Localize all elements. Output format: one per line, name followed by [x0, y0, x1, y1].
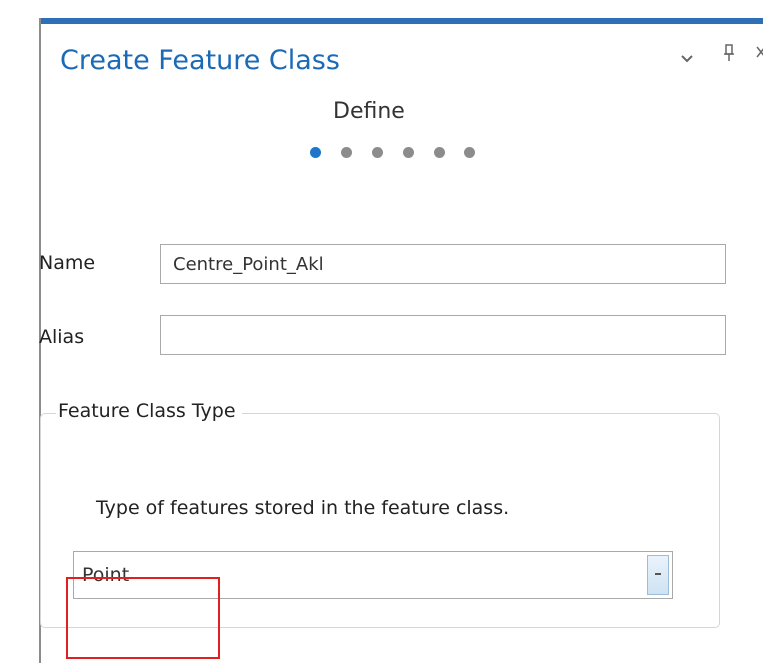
step-dot-3[interactable]: [372, 147, 383, 158]
feature-class-type-description: Type of features stored in the feature c…: [96, 497, 510, 519]
dropdown-arrow-button[interactable]: [647, 555, 669, 595]
name-label: Name: [39, 252, 96, 274]
options-dropdown-icon[interactable]: [681, 48, 693, 67]
step-dot-6[interactable]: [464, 147, 475, 158]
name-input[interactable]: [160, 244, 726, 284]
step-dot-2[interactable]: [341, 147, 352, 158]
wizard-step-title: Define: [333, 99, 405, 124]
feature-type-selected-value: Point: [82, 564, 130, 586]
feature-class-type-legend: Feature Class Type: [56, 400, 242, 422]
alias-input[interactable]: [160, 315, 726, 355]
alias-label: Alias: [39, 326, 85, 348]
step-dot-1[interactable]: [310, 147, 321, 158]
step-dot-4[interactable]: [403, 147, 414, 158]
chevron-down-icon: [655, 573, 661, 575]
step-dot-5[interactable]: [434, 147, 445, 158]
pin-icon[interactable]: [723, 44, 735, 66]
close-icon[interactable]: [756, 44, 763, 63]
pane-accent-bar: [41, 18, 763, 24]
feature-type-dropdown[interactable]: Point: [73, 551, 673, 599]
pane-title: Create Feature Class: [60, 45, 340, 76]
